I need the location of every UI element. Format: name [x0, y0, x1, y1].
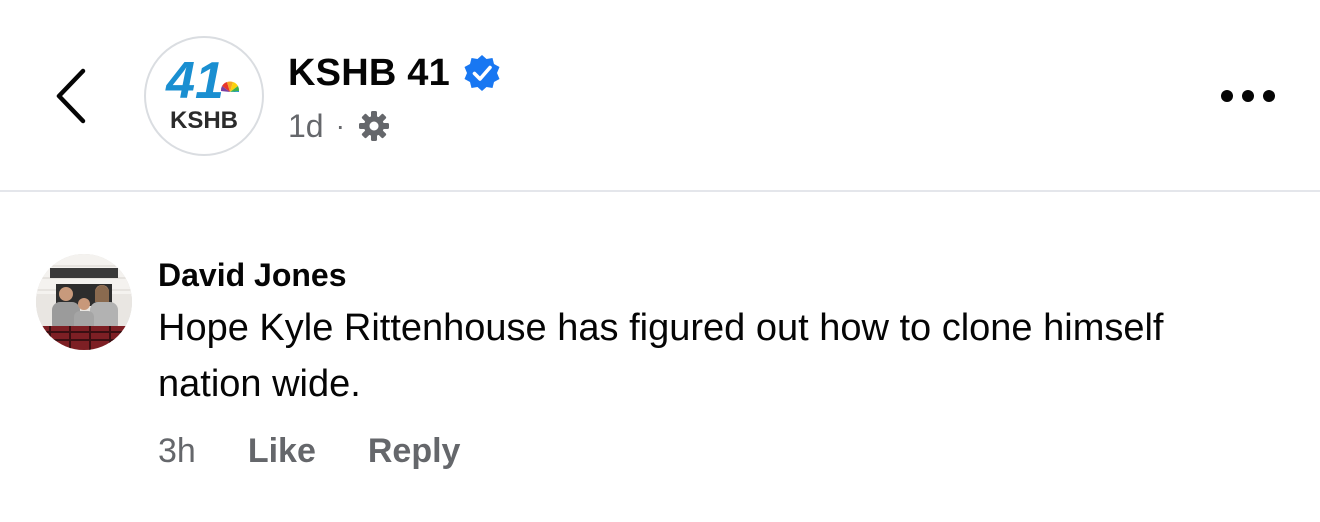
svg-text:KSHB: KSHB [170, 107, 238, 134]
like-button[interactable]: Like [248, 432, 316, 471]
comment: David Jones Hope Kyle Rittenhouse has fi… [158, 254, 1278, 412]
comment-actions: 3h Like Reply [158, 426, 460, 476]
page-avatar[interactable]: 41 KSHB [144, 36, 264, 156]
back-button[interactable] [44, 58, 98, 134]
kshb-logo: 41 KSHB [165, 52, 240, 134]
verified-badge-icon [462, 53, 502, 93]
more-dot [1263, 90, 1275, 102]
comment-author[interactable]: David Jones [158, 254, 1278, 296]
post-time[interactable]: 1d [288, 108, 324, 145]
page-name[interactable]: KSHB 41 [288, 52, 450, 95]
comment-text: Hope Kyle Rittenhouse has figured out ho… [158, 307, 1164, 405]
reply-button[interactable]: Reply [368, 432, 461, 471]
chevron-left-icon [56, 68, 86, 124]
comment-time[interactable]: 3h [158, 432, 196, 471]
more-horizontal-icon [1221, 90, 1233, 102]
page-name-row: KSHB 41 [288, 48, 502, 98]
gear-icon[interactable] [357, 109, 391, 143]
meta-separator: · [335, 110, 345, 141]
post-meta: 1d · [288, 104, 391, 148]
commenter-avatar[interactable] [36, 254, 132, 350]
post-header: 41 KSHB KSHB 41 1d · [0, 0, 1320, 192]
more-dot [1242, 90, 1254, 102]
more-options-button[interactable] [1208, 72, 1288, 120]
family-photo [36, 254, 132, 350]
svg-text:41: 41 [165, 52, 224, 110]
